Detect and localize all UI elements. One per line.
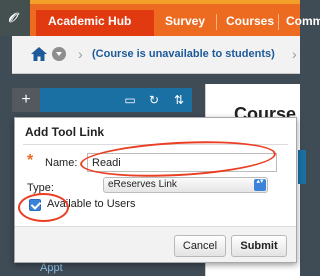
name-label: Name: [45,157,78,169]
cancel-button[interactable]: Cancel [174,235,226,257]
divider [23,144,288,145]
top-bar: 𝒪 Academic Hub Survey Courses Commu [0,0,320,36]
type-label: Type: [27,182,54,194]
dialog-title: Add Tool Link [25,125,105,139]
home-icon[interactable] [30,46,48,62]
tab-courses[interactable]: Courses [226,10,274,36]
tab-divider [216,14,217,30]
course-menu-toolbar: + ▭ ↻ ⇅ [12,88,192,112]
type-selected-value: eReserves Link [108,179,177,190]
select-arrows-icon: ▴▾ [254,178,266,191]
refresh-icon[interactable]: ↻ [142,88,166,112]
type-select[interactable]: eReserves Link ▴▾ [103,177,268,193]
add-menu-item-button[interactable]: + [12,88,40,112]
home-menu-chevron-icon[interactable] [52,47,66,61]
name-input[interactable] [87,153,277,172]
logo[interactable]: 𝒪 [0,0,30,36]
submit-button[interactable]: Submit [231,235,287,257]
breadcrumb-separator: › [292,46,297,62]
dialog-footer: Cancel Submit [15,226,296,262]
sidebar-link-appt[interactable]: Appt [40,262,63,274]
available-to-users-label[interactable]: Available to Users [47,198,135,210]
tab-community[interactable]: Commu [286,10,320,36]
breadcrumb: › (Course is unavailable to students) › [12,36,300,74]
breadcrumb-course-link[interactable]: (Course is unavailable to students) [92,48,275,60]
sort-icon[interactable]: ⇅ [167,88,191,112]
breadcrumb-separator: › [78,46,83,62]
tab-academic-hub[interactable]: Academic Hub [36,10,154,36]
logo-icon: 𝒪 [8,10,17,25]
tab-survey[interactable]: Survey [165,10,205,36]
tab-bar: Academic Hub Survey Courses Commu [30,0,320,36]
panel-accent [298,150,306,184]
add-tool-link-dialog: Add Tool Link * Name: Type: eReserves Li… [14,117,297,263]
available-to-users-checkbox[interactable] [29,199,41,211]
required-icon: * [27,152,34,169]
folder-view-icon[interactable]: ▭ [118,88,142,112]
tab-divider [278,14,279,30]
